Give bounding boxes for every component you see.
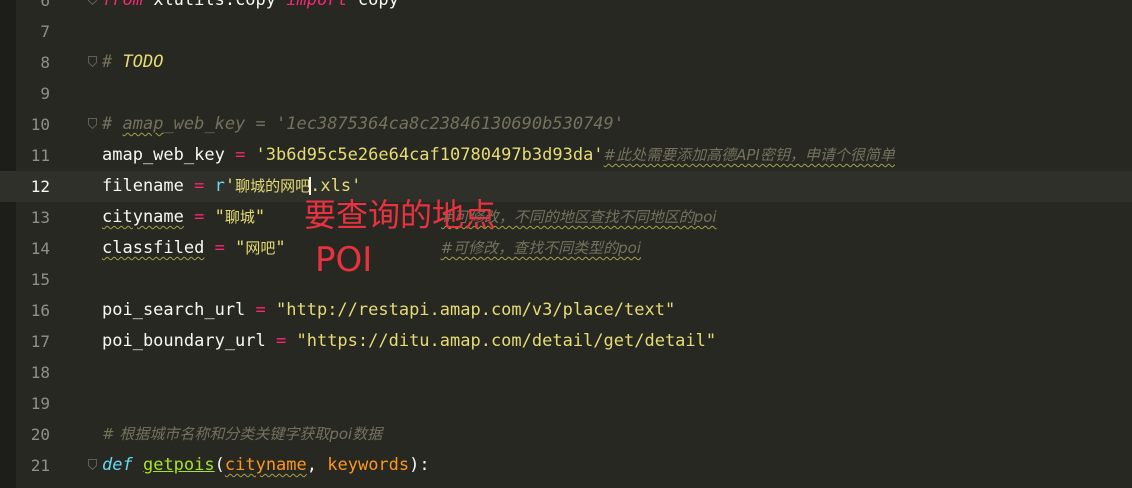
line-number: 15 — [30, 270, 50, 289]
code-line-10[interactable]: 10 # amap_web_key = '1ec3875364ca8c23846… — [0, 109, 1132, 140]
line-number: 9 — [40, 84, 50, 103]
code-line-15[interactable]: 15 — [0, 264, 1132, 295]
line-number: 17 — [30, 332, 50, 351]
line-number: 8 — [40, 53, 50, 72]
code-text: from xlutils.copy import copy — [102, 0, 399, 10]
code-line-18[interactable]: 18 — [0, 357, 1132, 388]
code-editor[interactable]: 6 from xlutils.copy import copy 7 8 # TO… — [0, 0, 1132, 488]
code-line-11[interactable]: 11 amap_web_key = '3b6d95c5e26e64caf1078… — [0, 140, 1132, 171]
code-line-14[interactable]: 14 classfiled = "网吧" #可修改，查找不同类型的poi — [0, 233, 1132, 264]
code-line-17[interactable]: 17 poi_boundary_url = "https://ditu.amap… — [0, 326, 1132, 357]
fold-marker-icon[interactable] — [88, 459, 97, 470]
code-text: # amap_web_key = '1ec3875364ca8c23846130… — [102, 114, 625, 134]
line-number: 19 — [30, 394, 50, 413]
code-line-13[interactable]: 13 cityname = "聊城" #可修改，不同的地区查找不同地区的poi — [0, 202, 1132, 233]
code-line-7[interactable]: 7 — [0, 16, 1132, 47]
line-number: 7 — [40, 22, 50, 41]
fold-marker-icon[interactable] — [88, 56, 97, 67]
line-number: 14 — [30, 239, 50, 258]
fold-marker-icon[interactable] — [88, 118, 97, 129]
line-number: 6 — [40, 0, 50, 10]
code-line-16[interactable]: 16 poi_search_url = "http://restapi.amap… — [0, 295, 1132, 326]
code-line-20[interactable]: 20 # 根据城市名称和分类关键字获取poi数据 — [0, 419, 1132, 450]
line-number: 18 — [30, 363, 50, 382]
code-line-8[interactable]: 8 # TODO — [0, 47, 1132, 78]
code-text: def getpois(cityname, keywords): — [102, 455, 430, 475]
code-text: poi_boundary_url = "https://ditu.amap.co… — [102, 331, 717, 351]
line-number: 16 — [30, 301, 50, 320]
code-text: # 根据城市名称和分类关键字获取poi数据 — [102, 425, 383, 443]
annotation-text: POI — [315, 240, 373, 280]
code-line-21[interactable]: 21 def getpois(cityname, keywords): — [0, 450, 1132, 481]
code-line-9[interactable]: 9 — [0, 78, 1132, 109]
line-number: 11 — [30, 146, 50, 165]
line-number: 20 — [30, 425, 50, 444]
code-line-12[interactable]: 12 filename = r'聊城的网吧.xls' — [0, 171, 1132, 202]
code-line-19[interactable]: 19 — [0, 388, 1132, 419]
code-text: amap_web_key = '3b6d95c5e26e64caf1078049… — [102, 145, 895, 165]
line-number: 13 — [30, 208, 50, 227]
line-number: 10 — [30, 115, 50, 134]
code-text: poi_search_url = "http://restapi.amap.co… — [102, 300, 676, 320]
line-number: 21 — [30, 456, 50, 475]
code-line-6[interactable]: 6 from xlutils.copy import copy — [0, 0, 1132, 16]
code-text: # TODO — [102, 52, 164, 72]
annotation-text: 要查询的地点 — [304, 196, 497, 234]
line-number: 12 — [30, 177, 50, 196]
fold-marker-icon[interactable] — [88, 0, 97, 5]
